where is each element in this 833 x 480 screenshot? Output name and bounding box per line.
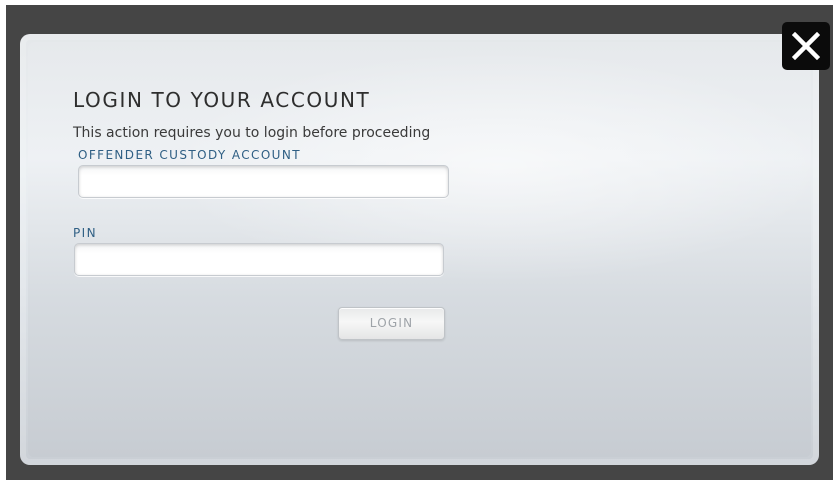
close-button[interactable] (782, 22, 830, 70)
close-icon (792, 32, 820, 60)
pin-input[interactable] (74, 243, 444, 276)
offender-custody-account-input[interactable] (78, 165, 449, 198)
dialog-title: LOGIN TO YOUR ACCOUNT (73, 88, 371, 112)
account-label: OFFENDER CUSTODY ACCOUNT (78, 148, 301, 162)
dialog-subtitle: This action requires you to login before… (73, 125, 431, 141)
login-button[interactable]: LOGIN (338, 307, 445, 340)
pin-label: PIN (73, 226, 97, 240)
